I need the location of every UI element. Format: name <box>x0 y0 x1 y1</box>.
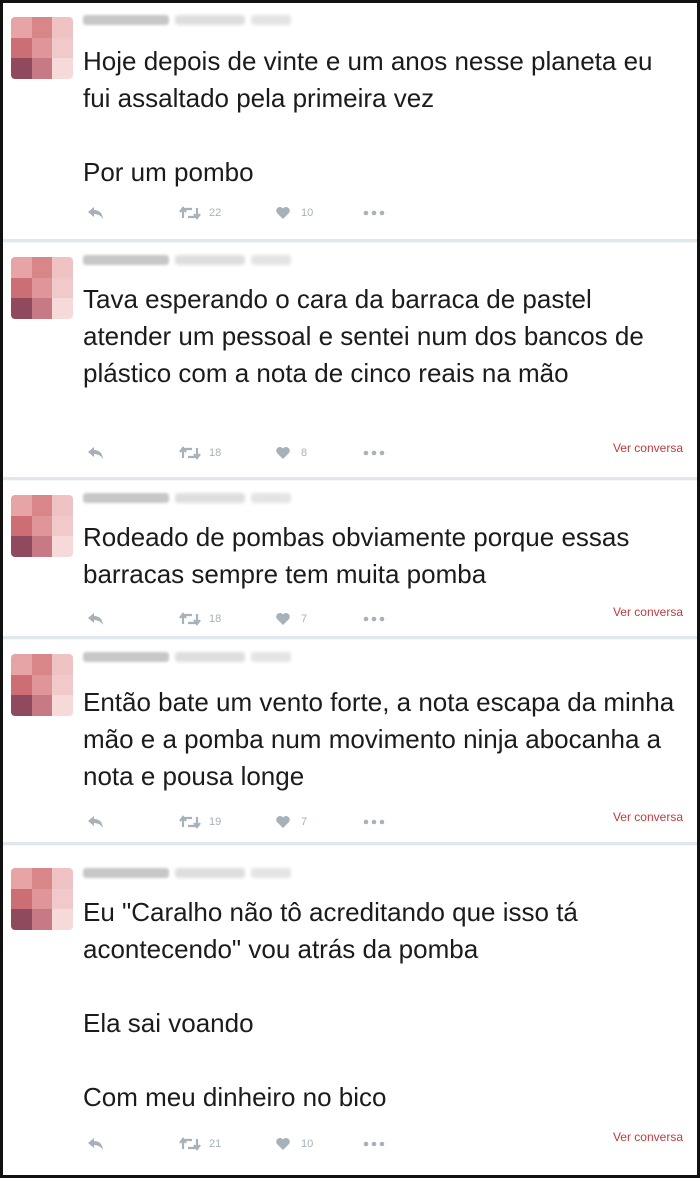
retweet-count: 22 <box>209 207 222 219</box>
like-count: 7 <box>301 816 308 828</box>
tweet-3: Rodeado de pombas obviamente porque essa… <box>3 481 697 639</box>
view-conversation-link[interactable]: Ver conversa <box>613 1130 683 1144</box>
reply-button[interactable] <box>87 206 179 220</box>
retweet-count: 18 <box>209 613 222 625</box>
like-button[interactable]: 10 <box>275 206 363 220</box>
avatar[interactable] <box>11 495 73 557</box>
tweet-text: Então bate um vento forte, a nota escapa… <box>83 687 682 791</box>
author-header-blurred <box>83 253 291 267</box>
more-dots-icon <box>363 616 385 622</box>
reply-arrow-icon <box>88 207 103 219</box>
retweet-icon <box>179 206 201 220</box>
author-header-blurred <box>83 491 291 505</box>
view-conversation-link[interactable]: Ver conversa <box>613 441 683 455</box>
retweet-button[interactable]: 19 <box>179 815 275 829</box>
heart-icon <box>276 207 290 219</box>
retweet-icon <box>179 612 201 626</box>
reply-arrow-icon <box>88 613 103 625</box>
tweet-actions: 22 10 <box>87 203 393 223</box>
tweet-1: Hoje depois de vinte e um anos nesse pla… <box>3 3 697 242</box>
retweet-icon <box>179 446 201 460</box>
like-button[interactable]: 10 <box>275 1137 363 1151</box>
retweet-count: 19 <box>209 816 222 828</box>
retweet-button[interactable]: 18 <box>179 446 275 460</box>
like-button[interactable]: 7 <box>275 612 363 626</box>
view-conversation-link[interactable]: Ver conversa <box>613 605 683 619</box>
author-header-blurred <box>83 13 291 27</box>
tweet-thread-screenshot: Hoje depois de vinte e um anos nesse pla… <box>0 0 700 1178</box>
avatar[interactable] <box>11 17 73 79</box>
heart-icon <box>276 816 290 828</box>
tweet-text: Rodeado de pombas obviamente porque essa… <box>83 522 637 589</box>
reply-arrow-icon <box>88 447 103 459</box>
more-button[interactable] <box>363 616 393 622</box>
more-button[interactable] <box>363 1141 393 1147</box>
reply-arrow-icon <box>88 816 103 828</box>
tweet-2: Tava esperando o cara da barraca de past… <box>3 243 697 480</box>
tweet-4: Então bate um vento forte, a nota escapa… <box>3 640 697 845</box>
like-count: 7 <box>301 613 308 625</box>
avatar[interactable] <box>11 654 73 716</box>
retweet-button[interactable]: 18 <box>179 612 275 626</box>
tweet-text: Tava esperando o cara da barraca de past… <box>83 284 652 388</box>
like-button[interactable]: 7 <box>275 815 363 829</box>
avatar[interactable] <box>11 868 73 930</box>
tweet-text: Eu "Caralho não tô acreditando que isso … <box>83 897 578 1112</box>
heart-icon <box>276 1138 290 1150</box>
more-button[interactable] <box>363 450 393 456</box>
more-button[interactable] <box>363 210 393 216</box>
like-count: 8 <box>301 447 308 459</box>
reply-button[interactable] <box>87 815 179 829</box>
more-dots-icon <box>363 450 385 456</box>
tweet-text: Hoje depois de vinte e um anos nesse pla… <box>83 46 653 187</box>
tweet-actions: 18 7 <box>87 609 393 629</box>
retweet-button[interactable]: 21 <box>179 1137 275 1151</box>
reply-button[interactable] <box>87 612 179 626</box>
retweet-count: 18 <box>209 447 222 459</box>
more-dots-icon <box>363 819 385 825</box>
more-button[interactable] <box>363 819 393 825</box>
tweet-5: Eu "Caralho não tô acreditando que isso … <box>3 846 697 1175</box>
avatar[interactable] <box>11 257 73 319</box>
reply-button[interactable] <box>87 446 179 460</box>
heart-icon <box>276 447 290 459</box>
view-conversation-link[interactable]: Ver conversa <box>613 810 683 824</box>
author-header-blurred <box>83 650 291 664</box>
tweet-actions: 21 10 <box>87 1134 393 1154</box>
author-header-blurred <box>83 866 291 880</box>
tweet-actions: 19 7 <box>87 812 393 832</box>
like-count: 10 <box>301 1138 314 1150</box>
retweet-button[interactable]: 22 <box>179 206 275 220</box>
tweet-actions: 18 8 <box>87 443 393 463</box>
retweet-icon <box>179 1137 201 1151</box>
reply-arrow-icon <box>88 1138 103 1150</box>
more-dots-icon <box>363 210 385 216</box>
heart-icon <box>276 613 290 625</box>
retweet-count: 21 <box>209 1138 222 1150</box>
more-dots-icon <box>363 1141 385 1147</box>
like-count: 10 <box>301 207 314 219</box>
retweet-icon <box>179 815 201 829</box>
like-button[interactable]: 8 <box>275 446 363 460</box>
reply-button[interactable] <box>87 1137 179 1151</box>
